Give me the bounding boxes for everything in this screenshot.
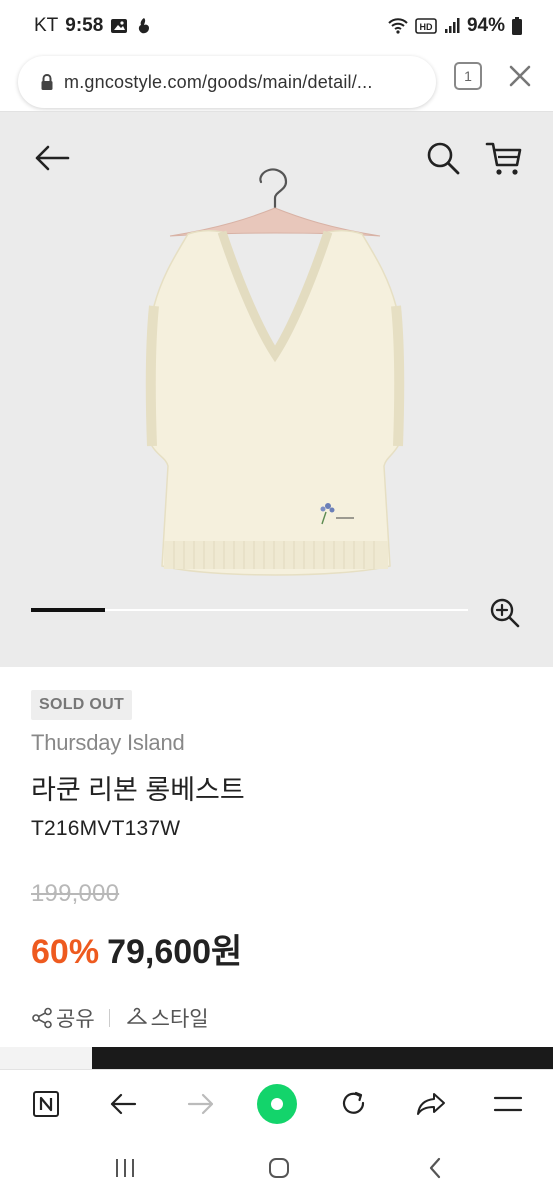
- carrier-label: KT: [34, 15, 59, 36]
- browser-forward-button[interactable]: [181, 1084, 221, 1124]
- status-bar: KT 9:58 HD 94%: [0, 0, 553, 52]
- home-dot-icon: [257, 1084, 297, 1124]
- cart-icon[interactable]: [484, 138, 524, 178]
- hamburger-menu-icon: [493, 1096, 523, 1112]
- home-button[interactable]: [257, 1084, 297, 1124]
- system-home-button[interactable]: [264, 1153, 294, 1183]
- detail-tab-strip: [0, 1047, 553, 1069]
- chevron-left-icon: [429, 1157, 441, 1179]
- style-label: 스타일: [150, 1008, 209, 1031]
- address-bar[interactable]: m.gncostyle.com/goods/main/detail/...: [18, 56, 436, 108]
- lock-icon: [41, 73, 53, 90]
- browser-menu-button[interactable]: [488, 1084, 528, 1124]
- system-navigation-bar: [0, 1137, 553, 1200]
- product-image-gallery[interactable]: [0, 112, 553, 667]
- tab-strip-active[interactable]: [92, 1047, 553, 1069]
- discount-rate: 60%: [31, 933, 100, 971]
- back-arrow-icon: [110, 1093, 137, 1115]
- share-icon: [32, 1007, 52, 1029]
- back-arrow-icon[interactable]: [32, 142, 72, 174]
- url-text[interactable]: m.gncostyle.com/goods/main/detail/...: [64, 72, 373, 93]
- close-icon[interactable]: [506, 62, 534, 90]
- signal-icon: [444, 18, 460, 33]
- svg-text:HD: HD: [419, 22, 432, 32]
- wifi-icon: [388, 18, 408, 34]
- share-arrow-icon: [417, 1093, 445, 1115]
- refresh-icon: [342, 1091, 365, 1114]
- tab-strip-inactive[interactable]: [0, 1047, 92, 1069]
- price-row: 60% 79,600원: [31, 924, 242, 973]
- product-info: SOLD OUT Thursday Island 라쿤 리본 롱베스트 T216…: [31, 690, 531, 841]
- product-code: T216MVT137W: [31, 817, 181, 840]
- style-button[interactable]: 스타일: [126, 1003, 209, 1033]
- forward-arrow-icon: [187, 1093, 214, 1115]
- browser-toolbar: [0, 1069, 553, 1137]
- share-label: 공유: [56, 1008, 95, 1031]
- clock: 9:58: [65, 15, 104, 36]
- search-icon[interactable]: [424, 139, 462, 177]
- product-photo[interactable]: [100, 146, 450, 626]
- original-price: 199,000: [31, 880, 120, 907]
- battery-percent: 94%: [466, 15, 505, 36]
- recent-apps-icon: [116, 1159, 134, 1177]
- home-square-icon: [269, 1158, 289, 1178]
- brand-link[interactable]: Thursday Island: [31, 730, 531, 756]
- hd-voice-icon: HD: [415, 18, 437, 34]
- share-button[interactable]: 공유: [31, 1003, 95, 1033]
- refresh-button[interactable]: [334, 1084, 374, 1124]
- naver-n-icon: [33, 1091, 59, 1117]
- tab-switcher-button[interactable]: 1: [454, 62, 482, 90]
- app-notification-icon: [139, 18, 150, 34]
- browser-back-button[interactable]: [103, 1084, 143, 1124]
- share-page-button[interactable]: [411, 1084, 451, 1124]
- product-title: 라쿤 리본 롱베스트: [31, 775, 245, 805]
- gallery-progress-fill: [31, 608, 106, 612]
- product-actions: 공유 스타일: [31, 1003, 209, 1033]
- hanger-icon: [126, 1007, 147, 1024]
- sale-price: 79,600원: [107, 933, 243, 971]
- divider: [108, 1009, 110, 1027]
- status-badge: SOLD OUT: [31, 690, 133, 720]
- zoom-in-icon[interactable]: [489, 597, 521, 629]
- naver-menu-button[interactable]: [26, 1084, 66, 1124]
- system-back-button[interactable]: [420, 1153, 450, 1183]
- recent-apps-button[interactable]: [110, 1153, 140, 1183]
- tab-count-label: 1: [464, 68, 472, 84]
- gallery-notification-icon: [111, 19, 128, 33]
- gallery-progress-bar: [31, 608, 468, 612]
- battery-icon: [512, 17, 522, 35]
